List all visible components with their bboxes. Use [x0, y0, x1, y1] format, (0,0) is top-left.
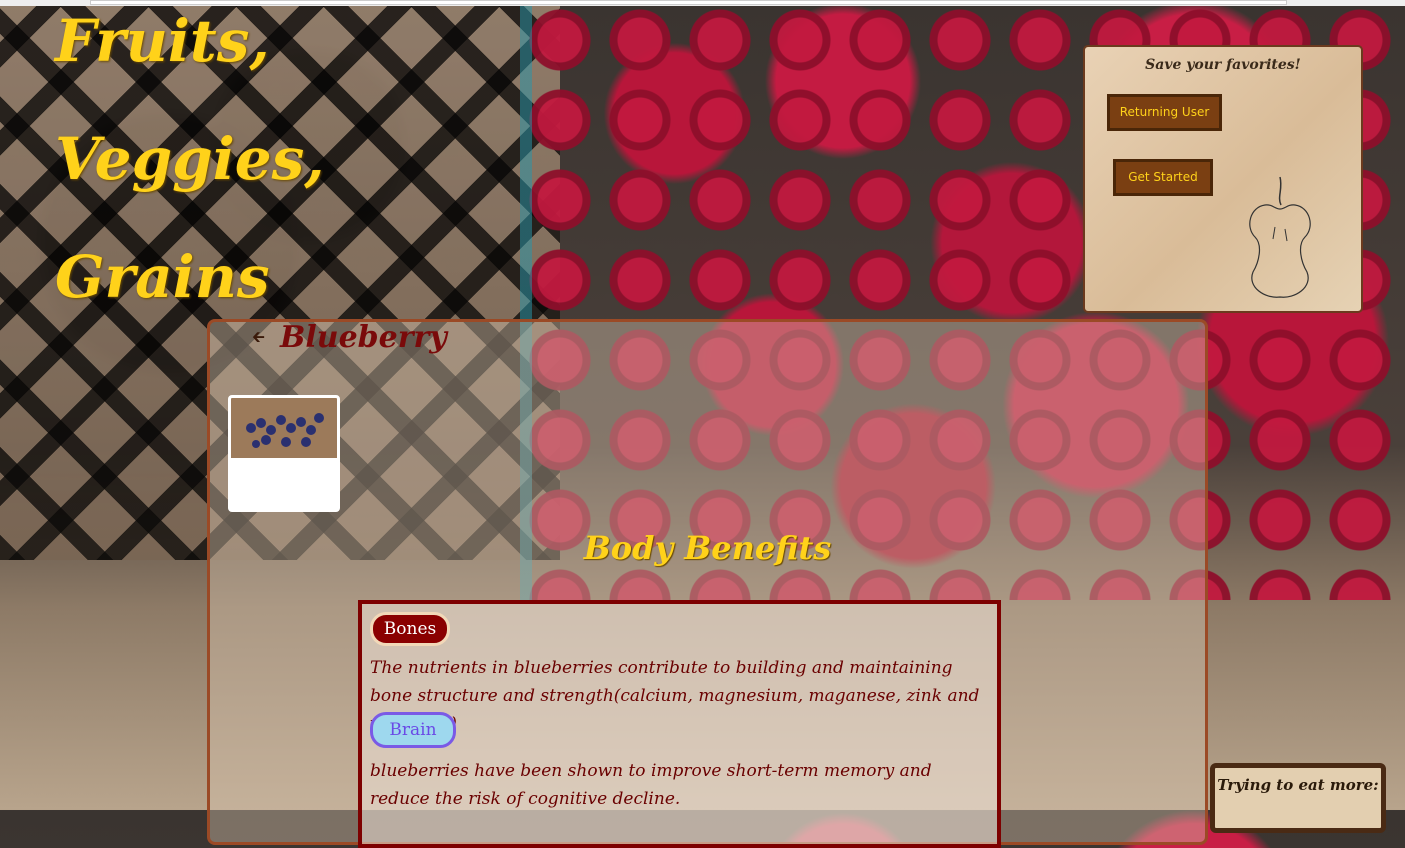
get-started-button[interactable]: Get Started	[1113, 159, 1213, 196]
benefit-tag-brain[interactable]: Brain	[370, 712, 456, 748]
site-title-line-2: Veggies,	[55, 125, 325, 193]
site-title-line-1: Fruits,	[55, 7, 270, 75]
site-title: Fruits, Veggies, Grains	[55, 0, 324, 336]
benefits-heading: Body Benefits	[583, 529, 832, 567]
side-card-title: Trying to eat more:	[1217, 776, 1379, 794]
back-arrow-icon[interactable]: 🡰	[252, 326, 265, 353]
benefit-text-bones: The nutrients in blueberries contribute …	[370, 658, 980, 734]
trying-to-eat-more-card: Trying to eat more:	[1210, 763, 1386, 833]
benefits-box: Bones The nutrients in blueberries contr…	[358, 600, 1001, 848]
blueberry-image	[231, 398, 337, 509]
item-card: 🡰 Blueberry Body Benefits Bones The nutr…	[207, 319, 1208, 848]
item-thumbnail[interactable]	[228, 395, 340, 512]
apple-core-icon	[1249, 176, 1311, 298]
returning-user-button[interactable]: Returning User	[1107, 94, 1222, 131]
login-panel-title: Save your favorites!	[1145, 57, 1301, 73]
benefit-text-brain: blueberries have been shown to improve s…	[370, 761, 932, 809]
item-title: Blueberry	[280, 320, 447, 355]
benefit-tag-bones[interactable]: Bones	[370, 612, 450, 646]
login-panel: Save your favorites! Returning User Get …	[1083, 45, 1363, 313]
